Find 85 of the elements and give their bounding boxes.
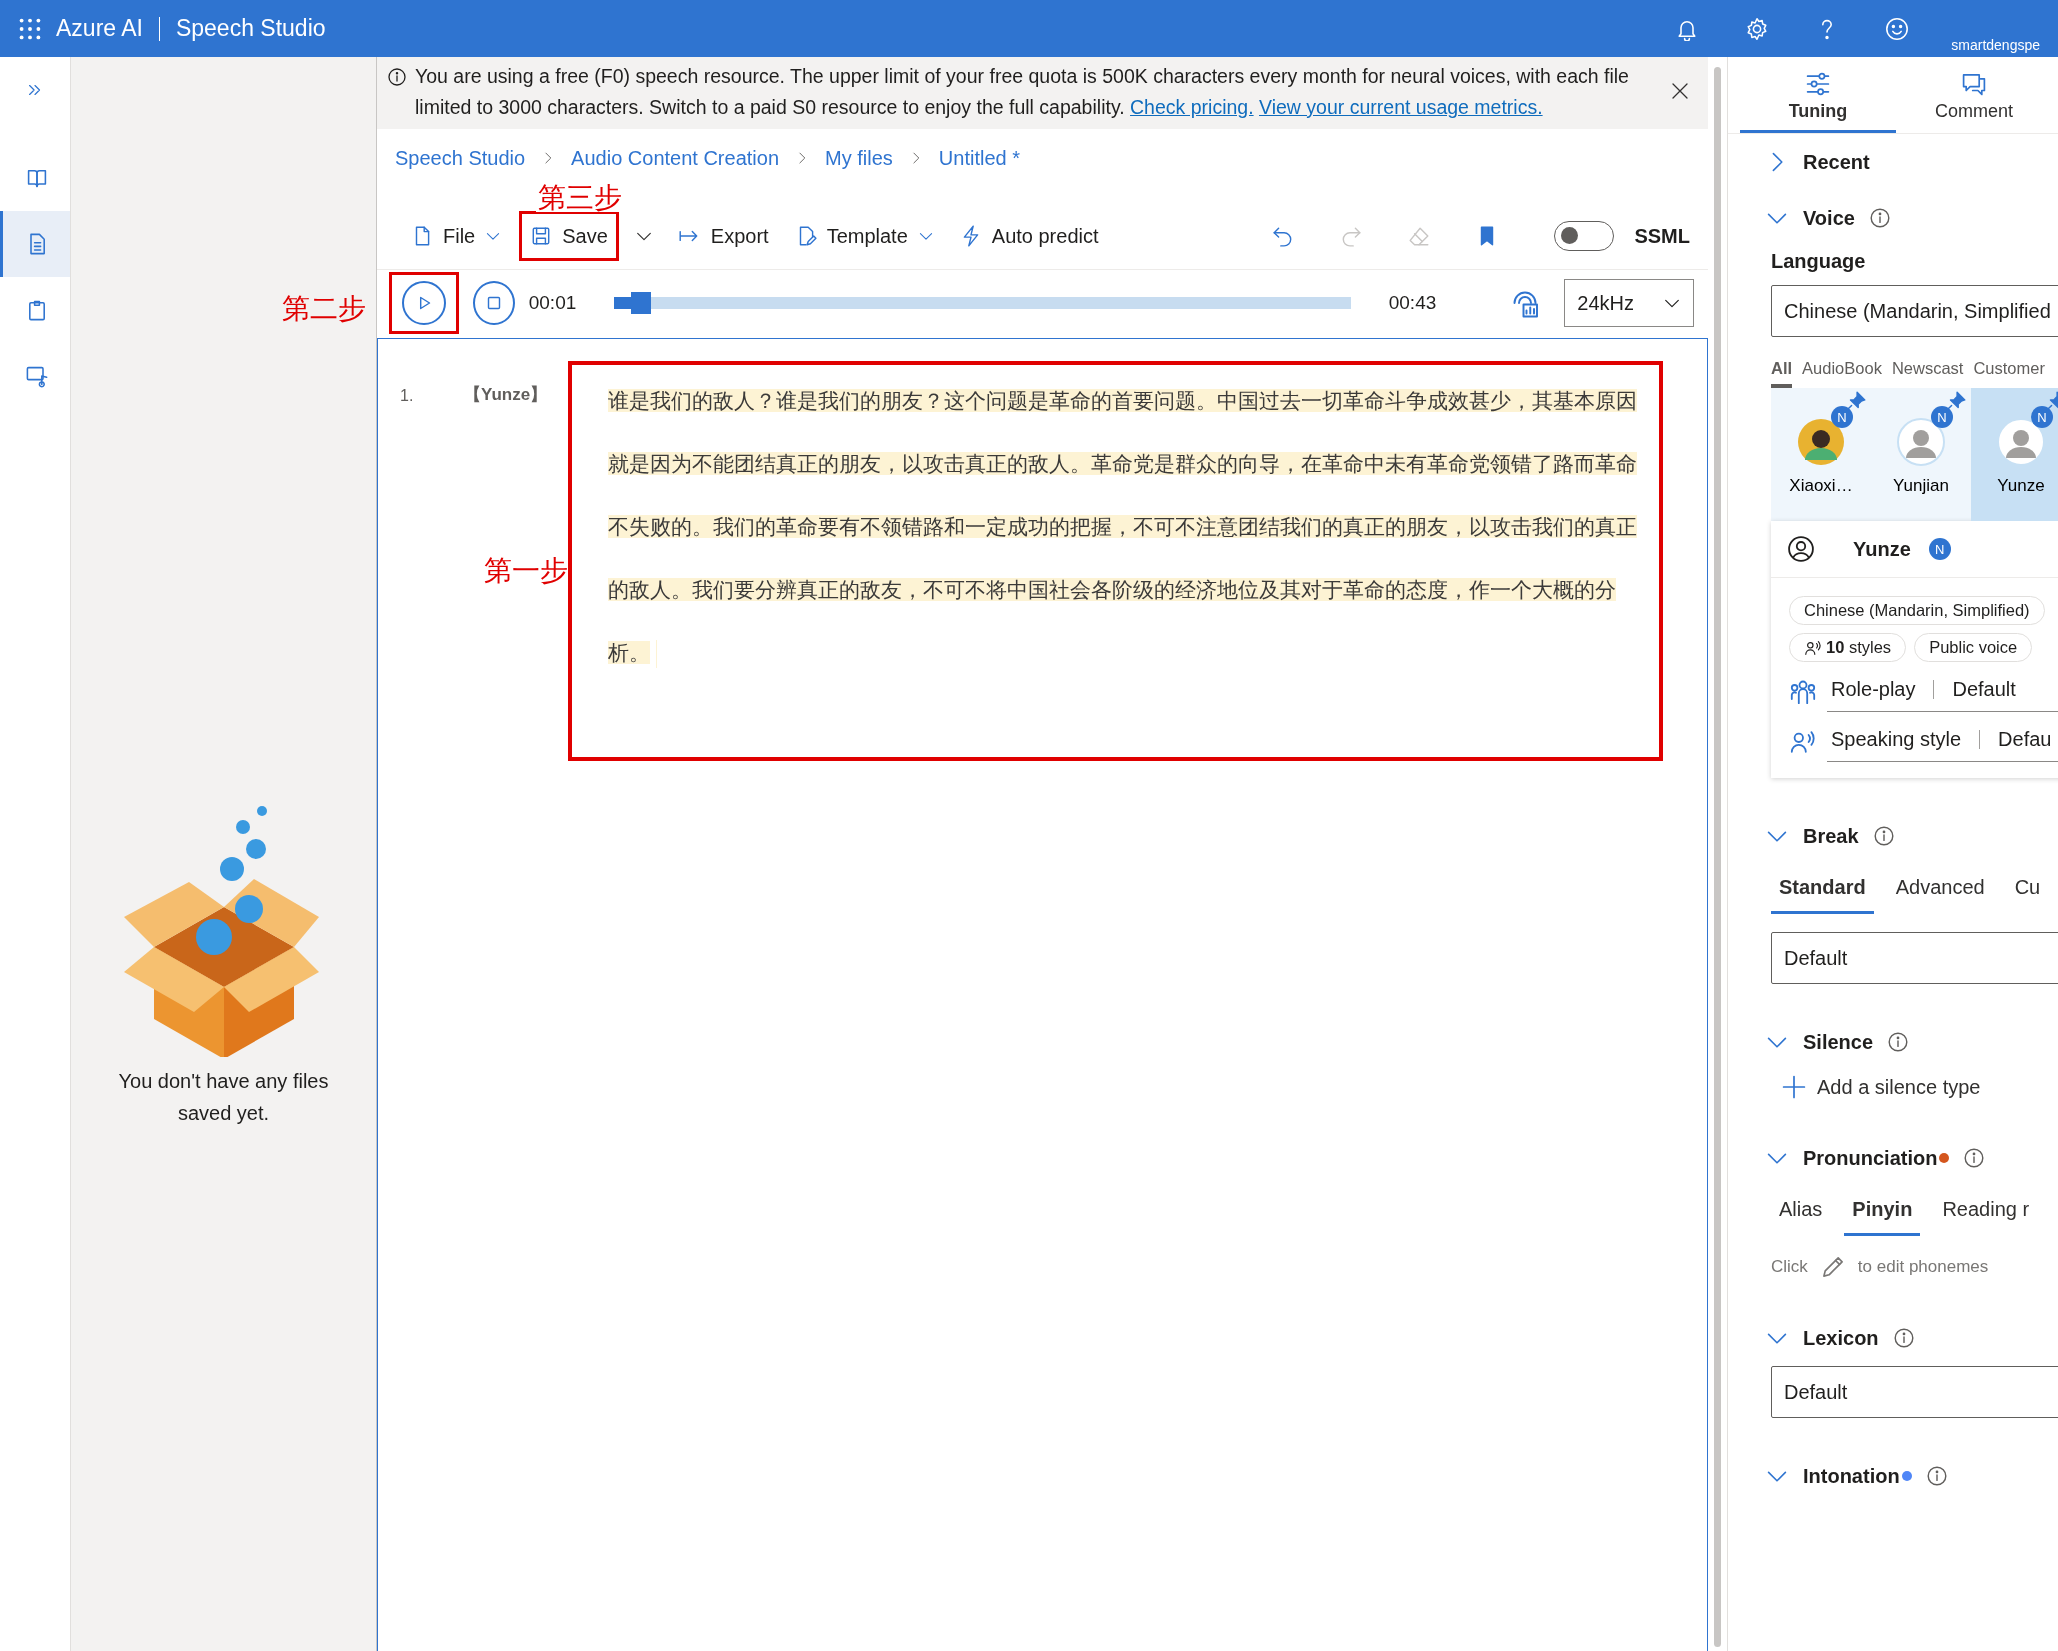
toolbar-button[interactable]: Save [522, 214, 616, 258]
break-dropdown[interactable]: Default [1771, 932, 2058, 984]
category-tab[interactable]: Newscast [1891, 359, 1964, 388]
speaking-person-icon [1804, 638, 1822, 657]
banner-text: You are using a free (F0) speech resource. The upper limit of your free quota is 500K characters every month for neural voices, with each file limited to 3000 characters. Switch to a paid S0 resource to enjoy the full capability. Check pricing. View your current usage metrics. [415, 64, 1630, 120]
section-title: Recent [1803, 150, 1870, 174]
tab[interactable]: Advanced [1887, 868, 1993, 914]
voice-tile[interactable]: N Yunjian [1871, 388, 1971, 521]
stop-button[interactable] [473, 281, 515, 325]
ssml-toggle[interactable] [1554, 221, 1615, 251]
section-title: Silence [1803, 1030, 1874, 1054]
line-number: 1. [399, 387, 415, 405]
add-button[interactable]: Add a silence type [1771, 1070, 1981, 1100]
banner-link[interactable]: View your current usage metrics. [1259, 96, 1543, 118]
sliders-icon [1805, 71, 1831, 97]
tab[interactable]: Reading r [1934, 1190, 2038, 1236]
category-tab[interactable]: AudioBook [1802, 359, 1882, 388]
brand-name[interactable]: Azure AI [56, 15, 143, 42]
speaking-person-icon [1789, 728, 1817, 756]
media-icon [24, 364, 49, 388]
toolbar-button[interactable]: Export [668, 214, 777, 258]
close-icon [1670, 81, 1690, 101]
toolbar-button[interactable]: Auto predict [951, 214, 1107, 258]
breadcrumb-link[interactable]: Speech Studio [395, 146, 526, 170]
setting-value[interactable]: Defau [1998, 728, 2052, 751]
voice-tile[interactable]: N Yunze [1971, 388, 2058, 521]
tab[interactable]: Standard [1771, 868, 1874, 914]
lexicon-dropdown[interactable]: Default [1771, 1366, 2058, 1418]
current-time: 00:01 [528, 292, 577, 314]
section-title: Break [1803, 824, 1859, 848]
plus-icon [1781, 1074, 1807, 1100]
people-group-icon [1789, 678, 1817, 706]
new-badge: N [1931, 406, 1953, 428]
smiley-icon [1885, 16, 1910, 41]
comment-icon [1961, 71, 1987, 97]
banner-link[interactable]: Check pricing. [1130, 96, 1254, 118]
toolbar-button[interactable]: File [403, 214, 510, 258]
scrollbar[interactable] [1714, 67, 1721, 1647]
annotation-label: 第一步 [484, 557, 568, 585]
breadcrumb-link[interactable]: Audio Content Creation [571, 146, 780, 170]
new-badge: N [1928, 538, 1951, 560]
toolbar-button[interactable]: Template [786, 214, 942, 258]
setting-value[interactable]: Default [1952, 678, 2016, 701]
setting-label: Speaking style [1831, 728, 1962, 751]
user-name[interactable]: smartdengspe [1951, 37, 2040, 53]
category-tab[interactable]: Customer [1973, 359, 2045, 388]
section-title: Lexicon [1803, 1326, 1879, 1350]
voice-name: Yunze [1853, 537, 1911, 561]
product-name[interactable]: Speech Studio [175, 15, 326, 42]
field-label: Language [1771, 250, 1867, 273]
total-time: 00:43 [1388, 292, 1437, 314]
empty-state-message: You don't have any files saved yet. [117, 1069, 330, 1126]
tab[interactable]: Pinyin [1844, 1190, 1921, 1236]
new-badge: N [2031, 406, 2053, 428]
eraser-icon [1408, 225, 1431, 247]
pin-icon [1845, 390, 1867, 412]
section-title: Pronunciation [1803, 1146, 1938, 1170]
hint-text: to edit phonemes [1857, 1257, 1989, 1277]
new-badge: N [1831, 406, 1853, 428]
info-icon [387, 67, 407, 87]
settings-icon [1745, 16, 1770, 41]
app-launcher-icon [18, 16, 42, 41]
toggle-label: SSML [1634, 224, 1690, 248]
setting-label: Role-play [1831, 678, 1916, 701]
person-circle-icon [1787, 535, 1815, 563]
voice-tag: 【Yunze】 [464, 383, 568, 406]
pin-icon [1945, 390, 1967, 412]
panel-tab[interactable]: Comment [1896, 57, 2052, 133]
section-title: Intonation [1803, 1464, 1900, 1488]
annotation-label: 第二步 [282, 295, 366, 323]
breadcrumb-link[interactable]: My files [825, 146, 893, 170]
panel-tab[interactable]: Tuning [1740, 57, 1896, 133]
language-dropdown[interactable]: Chinese (Mandarin, Simplified [1771, 285, 2058, 337]
redo-icon [1340, 225, 1363, 247]
text-editor[interactable] [377, 338, 1708, 1651]
section-title: Voice [1803, 206, 1855, 230]
play-button[interactable] [402, 281, 446, 325]
tab[interactable]: Alias [1771, 1190, 1831, 1236]
sample-rate-dropdown[interactable]: 24kHz [1564, 279, 1694, 327]
nav-item[interactable] [0, 211, 70, 277]
voice-tile[interactable]: N Xiaoxi… [1771, 388, 1871, 521]
progress-slider[interactable] [614, 292, 1351, 314]
breadcrumb-link[interactable]: Untitled * [938, 146, 1020, 170]
hint-text: Click [1771, 1257, 1808, 1277]
tab[interactable]: Cu [2006, 868, 2049, 914]
